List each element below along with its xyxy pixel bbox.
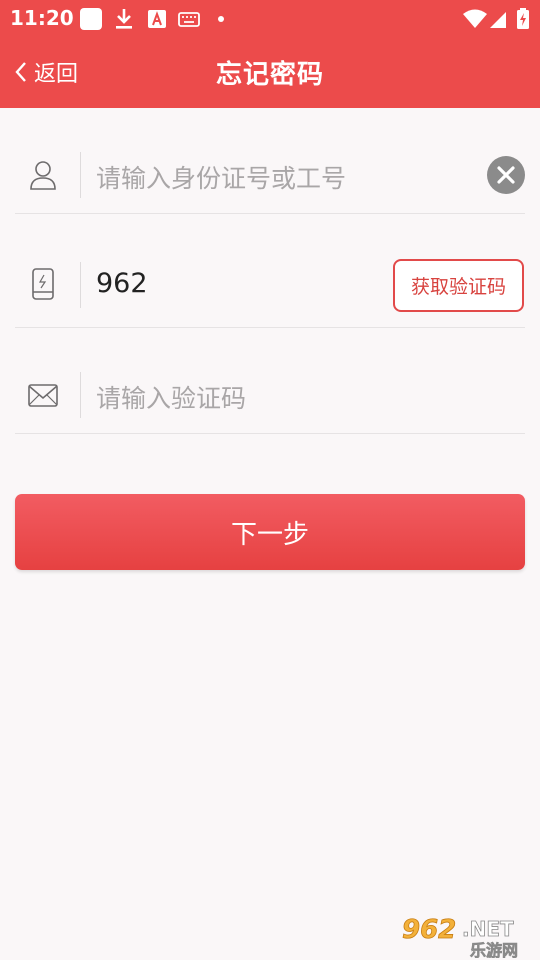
site-watermark-logo: 962 .NET 乐游网 <box>402 915 519 958</box>
envelope-icon <box>28 384 58 407</box>
download-icon <box>116 9 132 29</box>
row-divider <box>80 262 81 308</box>
dot-icon <box>218 16 224 22</box>
wifi-icon <box>463 9 487 28</box>
id-row <box>15 213 525 214</box>
text-a-icon <box>148 10 166 28</box>
close-icon <box>497 166 515 184</box>
phone-input[interactable]: 962 <box>96 268 148 299</box>
svg-text:962: 962 <box>402 915 456 945</box>
status-bar: 11:20 <box>0 0 540 36</box>
user-icon <box>30 161 56 190</box>
code-row <box>15 433 525 434</box>
get-code-button[interactable]: 获取验证码 <box>393 259 524 312</box>
code-input[interactable]: 请输入验证码 <box>96 379 246 415</box>
keyboard-icon <box>178 12 200 27</box>
clear-button[interactable] <box>487 156 525 194</box>
svg-text:.NET: .NET <box>462 917 514 941</box>
page-title: 忘记密码 <box>215 60 324 90</box>
row-divider <box>80 372 81 418</box>
signal-icon <box>490 12 506 28</box>
row-divider <box>80 152 81 198</box>
status-time: 11:20 <box>10 6 74 30</box>
svg-text:乐游网: 乐游网 <box>470 941 518 958</box>
phone-icon <box>32 268 54 300</box>
app-square-icon <box>80 8 102 30</box>
phone-row <box>15 327 525 328</box>
id-input[interactable]: 请输入身份证号或工号 <box>96 159 346 195</box>
app-bar: 返回 忘记密码 <box>0 36 540 108</box>
battery-charging-icon <box>517 8 529 29</box>
next-button[interactable]: 下一步 <box>15 494 525 570</box>
